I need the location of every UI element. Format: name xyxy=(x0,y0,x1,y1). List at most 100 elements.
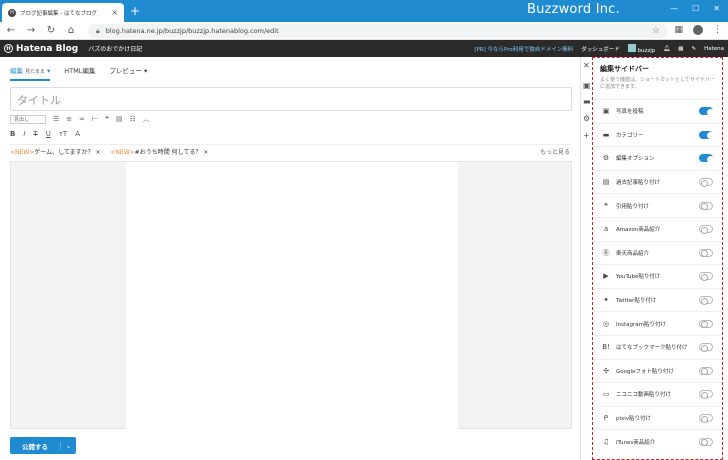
numbered-list-icon[interactable]: ≡ xyxy=(66,115,72,123)
folder-icon: ▬ xyxy=(602,130,610,139)
reload-icon[interactable]: ↻ xyxy=(46,25,56,36)
minimize-icon[interactable]: — xyxy=(670,4,678,13)
bold-icon[interactable]: B xyxy=(10,130,15,138)
write-icon[interactable]: ✎ xyxy=(691,46,696,52)
sidebar-item-toggle[interactable] xyxy=(699,319,713,329)
link-icon[interactable]: ∞ xyxy=(79,115,85,123)
window-controls: — ☐ ✕ xyxy=(670,4,720,13)
sidebar-item[interactable]: ▭ ニコニコ動画貼り付け xyxy=(593,382,721,406)
news-more-link[interactable]: もっと見る xyxy=(540,147,570,156)
blog-name[interactable]: バズのおでかけ日記 xyxy=(88,44,142,53)
new-tab-button[interactable]: + xyxy=(130,4,140,18)
tab-close-icon[interactable]: × xyxy=(111,8,118,17)
sidebar-item[interactable]: ▬ カテゴリー xyxy=(593,122,721,147)
publish-options-icon[interactable]: ⌄ xyxy=(60,441,76,450)
close-sidebar-icon[interactable]: ✕ xyxy=(583,61,590,70)
align-icon[interactable]: ☷ xyxy=(130,115,136,123)
amazon-icon: a xyxy=(603,225,609,234)
sidebar-item[interactable]: ✦ Twitter貼り付け xyxy=(593,287,721,312)
hatena-link[interactable]: Hatena xyxy=(704,46,724,52)
sidebar-item-toggle[interactable] xyxy=(699,225,713,234)
hatena-header: H Hatena Blog バズのおでかけ日記 [PR] 今ならPro利用で独自… xyxy=(0,40,728,57)
sidebar-item-toggle[interactable] xyxy=(699,296,713,305)
editor-body-input[interactable] xyxy=(126,162,458,430)
sidebar-item-label: Twitter貼り付け xyxy=(616,298,657,305)
table-icon[interactable]: ▤ xyxy=(116,115,123,123)
sidebar-item-toggle[interactable] xyxy=(699,366,713,376)
notification-icon[interactable]: 🔔︎ xyxy=(663,46,670,52)
tab-edit[interactable]: 編集 見たまま ▾ xyxy=(10,65,51,81)
editor-canvas xyxy=(10,161,572,430)
text-color-icon[interactable]: A xyxy=(75,130,80,138)
dashboard-link[interactable]: ダッシュボード xyxy=(581,45,620,53)
sidebar-item-label: 過去記事貼り付け xyxy=(616,180,661,187)
sidebar-item[interactable]: ▣ 写真を投稿 xyxy=(593,99,721,123)
profile-icon[interactable] xyxy=(693,25,703,35)
bookmark-icon: B! xyxy=(602,343,610,352)
sidebar-item[interactable]: a Amazon商品紹介 xyxy=(593,216,721,241)
news-item[interactable]: <NEW>ゲーム、してますか？ × xyxy=(10,147,101,156)
sidebar-item[interactable]: ⚙ 編集オプション xyxy=(593,146,721,170)
browser-tab[interactable]: H ブログ記事編集 - はてなブログ × xyxy=(2,3,124,22)
gear-shortcut-icon[interactable]: ⚙ xyxy=(583,114,590,123)
sidebar-item[interactable]: ♫ iTunes商品紹介 xyxy=(593,429,721,453)
maximize-icon[interactable]: ☐ xyxy=(692,4,699,13)
sidebar-item-toggle[interactable] xyxy=(699,272,713,281)
forward-icon[interactable]: → xyxy=(26,25,36,36)
photo-shortcut-icon[interactable]: ▣ xyxy=(583,81,591,90)
close-window-icon[interactable]: ✕ xyxy=(713,4,720,13)
publish-button[interactable]: 公開する ⌄ xyxy=(10,437,76,454)
user-name: buzzjp xyxy=(637,47,656,54)
sidebar-item-toggle[interactable] xyxy=(699,437,713,447)
quote-icon[interactable]: ❝ xyxy=(105,115,109,123)
publish-label: 公開する xyxy=(22,442,48,451)
brand-overlay: Buzzword Inc. xyxy=(527,2,620,17)
url-field[interactable]: 🔒︎ blog.hatena.ne.jp/buzzjp/buzzjp.haten… xyxy=(88,24,668,38)
browser-actions: ▦ ⋮ xyxy=(674,25,722,35)
sidebar-item-toggle[interactable] xyxy=(699,390,713,399)
bookmark-star-icon[interactable]: ☆ xyxy=(652,26,660,36)
sidebar-item[interactable]: ❝ 引用貼り付け xyxy=(593,193,721,217)
sidebar-item-toggle[interactable] xyxy=(699,107,714,116)
back-icon[interactable]: ← xyxy=(6,25,16,36)
sidebar-item-toggle[interactable] xyxy=(699,201,713,211)
sidebar-item[interactable]: ▶ YouTube貼り付け xyxy=(593,264,721,288)
sidebar-item[interactable]: ▤ 過去記事貼り付け xyxy=(593,169,721,194)
sidebar-item-toggle[interactable] xyxy=(699,248,713,258)
underline-icon[interactable]: U xyxy=(46,130,51,138)
sidebar-item-toggle[interactable] xyxy=(699,343,713,352)
sidebar-item-toggle[interactable] xyxy=(699,414,713,423)
italic-icon[interactable]: I xyxy=(23,130,25,138)
sidebar-item[interactable]: B! はてなブックマーク貼り付け xyxy=(593,334,721,359)
sidebar-item-toggle[interactable] xyxy=(699,130,714,140)
apps-grid-icon[interactable]: ▦ xyxy=(678,46,683,52)
extension-icon[interactable]: ▦ xyxy=(674,25,683,35)
hatena-favicon-icon: H xyxy=(8,8,16,17)
more-separator-icon[interactable]: ⊢ xyxy=(92,115,98,123)
browser-tabstrip: H ブログ記事編集 - はてなブログ × + Buzzword Inc. — ☐… xyxy=(0,0,728,22)
promo-link[interactable]: [PR] 今ならPro利用で独自ドメイン無料 xyxy=(474,45,573,53)
rakuten-icon: Ⓡ xyxy=(602,248,610,257)
sidebar-item[interactable]: Ⓡ 楽天商品紹介 xyxy=(593,240,721,265)
user-menu[interactable]: buzzjp xyxy=(627,43,656,54)
tab-html-edit[interactable]: HTML編集 xyxy=(64,65,95,81)
sidebar-item-label: iTunes商品紹介 xyxy=(616,439,656,446)
collapse-toolbar-icon[interactable]: ︿ xyxy=(143,114,150,124)
bullet-list-icon[interactable]: ☰ xyxy=(53,115,59,123)
home-icon[interactable]: ⌂ xyxy=(66,25,76,36)
sidebar-item[interactable]: ᑭ pixiv貼り付け xyxy=(593,405,721,430)
sidebar-item-toggle[interactable] xyxy=(699,154,714,163)
title-input[interactable]: タイトル xyxy=(10,87,572,111)
hatena-blog-logo[interactable]: H Hatena Blog xyxy=(4,44,78,54)
add-shortcut-icon[interactable]: + xyxy=(583,131,590,140)
menu-icon[interactable]: ⋮ xyxy=(713,25,722,35)
news-item[interactable]: <NEW>#おうち時間 何してる？ × xyxy=(110,147,208,156)
sidebar-item-toggle[interactable] xyxy=(699,178,713,187)
font-size-icon[interactable]: ᴛT xyxy=(59,130,67,138)
heading-select[interactable]: 見出し xyxy=(10,114,46,124)
strikethrough-icon[interactable]: T xyxy=(33,130,37,138)
sidebar-item[interactable]: ◎ Instagram貼り付け xyxy=(593,311,721,335)
tab-preview[interactable]: プレビュー ▾ xyxy=(109,65,147,81)
sidebar-item[interactable]: ✣ Googleフォト貼り付け xyxy=(593,358,721,383)
folder-shortcut-icon[interactable]: ▬ xyxy=(583,97,591,106)
